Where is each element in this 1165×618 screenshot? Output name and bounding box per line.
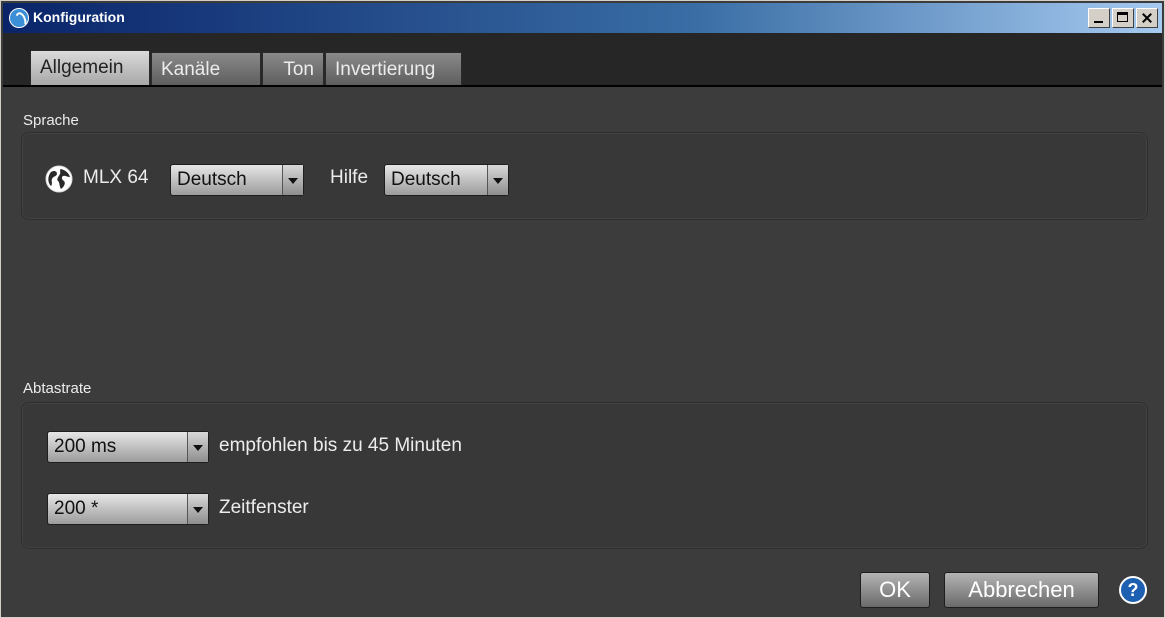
chevron-down-icon (187, 494, 208, 524)
time-window-note: Zeitfenster (219, 497, 309, 518)
sampling-rate-select[interactable]: 200 ms (47, 431, 209, 463)
window-title: Konfiguration (33, 9, 125, 25)
cancel-button[interactable]: Abbrechen (944, 572, 1099, 608)
chevron-down-icon (487, 165, 508, 195)
config-window: Konfiguration Allgemein Kanäle Ton Inver… (0, 0, 1165, 618)
app-name-label: MLX 64 (83, 167, 149, 188)
help-language-select[interactable]: Deutsch (384, 164, 509, 196)
help-language-value: Deutsch (391, 169, 461, 190)
sampling-rate-note: empfohlen bis zu 45 Minuten (219, 435, 462, 456)
tab-kanaele[interactable]: Kanäle (151, 52, 261, 85)
app-language-select[interactable]: Deutsch (170, 164, 304, 196)
help-icon[interactable]: ? (1119, 576, 1147, 604)
tab-allgemein[interactable]: Allgemein (30, 50, 150, 85)
window-controls (1088, 8, 1158, 28)
sprache-label: Sprache (23, 112, 79, 129)
title-bar[interactable]: Konfiguration (3, 3, 1162, 33)
chevron-down-icon (187, 432, 208, 462)
tab-strip: Allgemein Kanäle Ton Invertierung (3, 33, 1162, 87)
ok-button[interactable]: OK (860, 572, 930, 608)
abtastrate-label: Abtastrate (23, 380, 92, 397)
app-logo-icon (9, 8, 29, 28)
help-language-label: Hilfe (330, 167, 369, 188)
chevron-down-icon (282, 165, 303, 195)
minimize-button[interactable] (1088, 8, 1110, 28)
sampling-rate-value: 200 ms (54, 436, 117, 457)
tab-ton[interactable]: Ton (262, 52, 324, 85)
time-window-value: 200 * (54, 498, 99, 519)
close-button[interactable] (1136, 8, 1158, 28)
globe-icon (45, 165, 73, 193)
maximize-button[interactable] (1112, 8, 1134, 28)
time-window-select[interactable]: 200 * (47, 493, 209, 525)
app-language-value: Deutsch (177, 169, 247, 190)
abtastrate-group (21, 402, 1148, 549)
tab-invertierung[interactable]: Invertierung (325, 52, 462, 85)
